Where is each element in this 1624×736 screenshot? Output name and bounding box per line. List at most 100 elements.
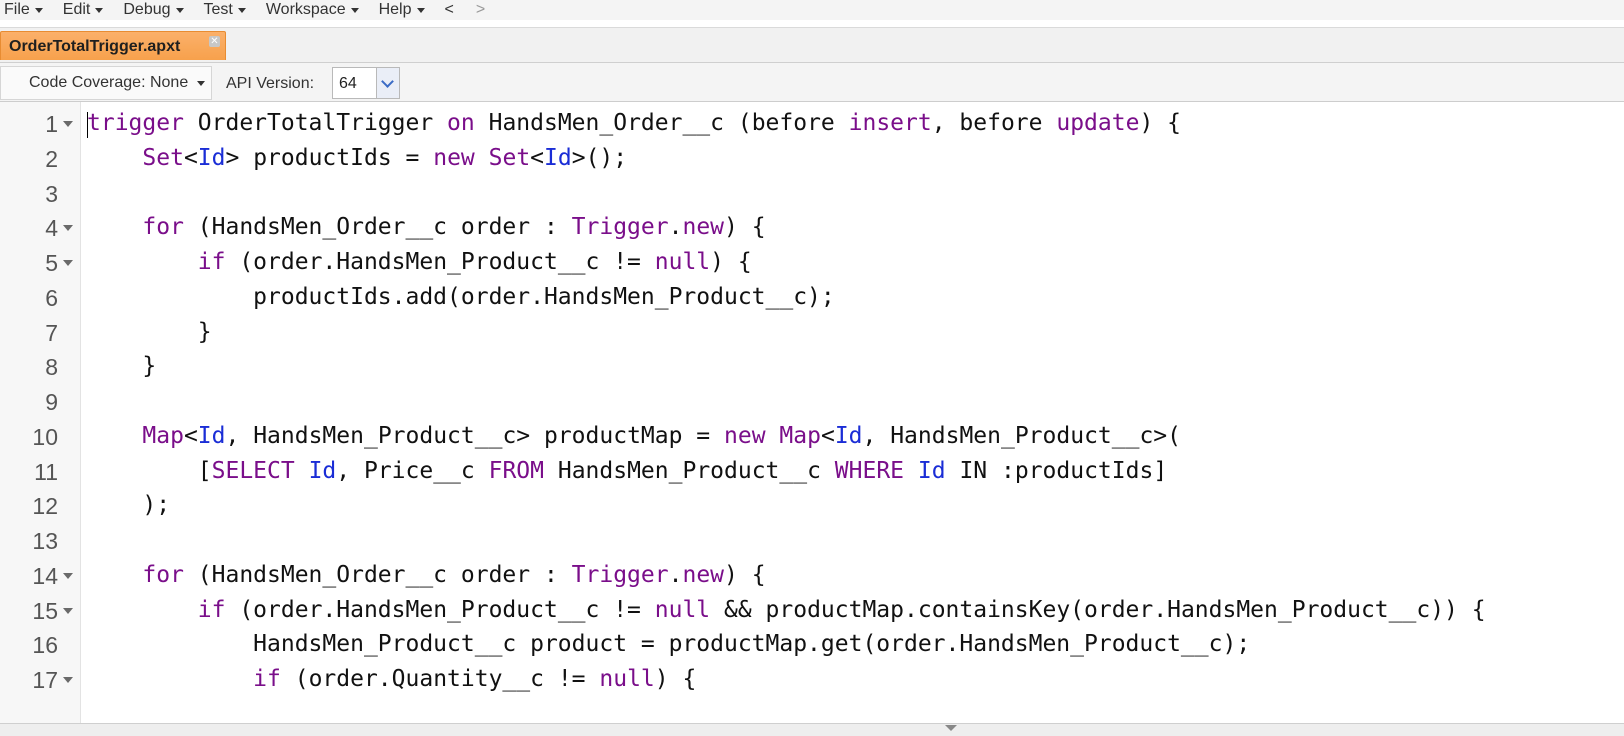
api-version-select[interactable]: 64 (332, 67, 400, 99)
back-button[interactable]: < (445, 1, 454, 19)
keyword-token: on (447, 110, 475, 136)
line-number: 9 (45, 389, 58, 415)
keyword-token: insert (848, 110, 932, 136)
code-line[interactable]: 6 productIds.add(order.HandsMen_Product_… (0, 279, 1624, 315)
keyword-token: Set (488, 144, 531, 171)
fold-toggle-icon[interactable] (63, 607, 73, 614)
menu-help-label: Help (378, 1, 412, 18)
code-line[interactable]: 8 } (0, 348, 1624, 384)
fold-toggle-icon[interactable] (63, 225, 73, 232)
close-icon[interactable]: ✕ (209, 36, 220, 47)
api-version-dropdown-button[interactable] (376, 68, 399, 98)
code-line[interactable]: 10 Map<Id, HandsMen_Product__c> productM… (0, 418, 1624, 454)
code-line[interactable]: 14 for (HandsMen_Order__c order : Trigge… (0, 557, 1624, 593)
menu-file[interactable]: File (4, 1, 43, 19)
code-line[interactable]: 11 [SELECT Id, Price__c FROM HandsMen_Pr… (0, 453, 1624, 489)
menu-bar: File Edit Debug Test Workspace Help < > (0, 0, 1624, 20)
chevron-down-icon (350, 7, 359, 13)
code-line[interactable]: 1 trigger OrderTotalTrigger on HandsMen_O… (0, 105, 1624, 141)
menu-debug-label: Debug (123, 1, 171, 18)
code-line[interactable]: 13 (0, 522, 1624, 558)
code-text: Set<Id> productIds = new Set<Id>(); (87, 145, 627, 171)
plain-token: (order.HandsMen_Product__c != (225, 596, 655, 623)
menu-edit[interactable]: Edit (63, 1, 104, 19)
plain-token: (order.HandsMen_Product__c != (225, 249, 655, 275)
chevron-down-icon (416, 7, 425, 13)
type-token: Id (197, 422, 226, 449)
text-cursor (87, 112, 88, 138)
code-line[interactable]: 12 ); (0, 487, 1624, 523)
keyword-token: if (197, 596, 226, 623)
menu-test[interactable]: Test (204, 1, 246, 19)
code-coverage-dropdown[interactable]: Code Coverage: None (0, 66, 212, 100)
api-version-value: 64 (339, 75, 357, 92)
line-number: 17 (32, 667, 58, 693)
keyword-token: Map (779, 422, 821, 449)
plain-token: < (820, 422, 835, 449)
code-text: if (order.HandsMen_Product__c != null &&… (87, 597, 1486, 623)
line-number: 4 (45, 215, 58, 242)
code-line[interactable]: 16 HandsMen_Product__c product = product… (0, 626, 1624, 662)
line-number: 7 (45, 319, 58, 346)
line-number: 3 (45, 180, 58, 207)
chevron-down-icon (197, 80, 206, 86)
code-line[interactable]: 15 if (order.HandsMen_Product__c != null… (0, 592, 1624, 628)
code-editor[interactable]: 1 trigger OrderTotalTrigger on HandsMen_O… (0, 102, 1624, 723)
keyword-token: for (142, 214, 184, 241)
keyword-token: Map (142, 422, 184, 449)
plain-token: . (668, 561, 683, 588)
plain-token: IN :productIds] (945, 457, 1168, 484)
type-token: Id (308, 457, 337, 484)
forward-button[interactable]: > (476, 1, 485, 19)
chevron-down-icon (237, 7, 246, 13)
menu-workspace[interactable]: Workspace (266, 1, 359, 19)
api-version-label: API Version: (226, 75, 315, 92)
plain-token: ) { (724, 214, 766, 241)
panel-resize-handle-icon[interactable] (945, 725, 957, 731)
keyword-token: new (682, 561, 725, 588)
menu-help[interactable]: Help (379, 1, 425, 19)
tab-order-total-trigger[interactable]: OrderTotalTrigger.apxt ✕ (0, 31, 226, 60)
line-number: 10 (32, 423, 58, 450)
keyword-token: Trigger (571, 561, 669, 588)
plain-token: && productMap.containsKey(order.HandsMen… (710, 596, 1486, 623)
fold-toggle-icon[interactable] (63, 260, 73, 266)
code-line[interactable]: 17 if (order.Quantity__c != null) { (0, 661, 1624, 697)
line-number: 15 (32, 597, 58, 624)
keyword-token: SELECT (211, 457, 295, 484)
code-text: } (87, 353, 156, 379)
keyword-token: if (197, 249, 226, 275)
type-token: Id (544, 144, 572, 171)
plain-token: , before (931, 110, 1057, 136)
fold-toggle-icon[interactable] (63, 572, 73, 579)
plain-token: } (87, 353, 157, 380)
plain-token: ); (87, 492, 171, 519)
plain-token: } (87, 318, 212, 345)
line-number: 11 (34, 458, 58, 485)
chevron-down-icon (95, 7, 104, 13)
plain-token: , HandsMen_Product__c> productMap = (225, 422, 724, 449)
fold-toggle-icon[interactable] (63, 677, 73, 683)
menu-debug[interactable]: Debug (123, 1, 184, 19)
menu-workspace-label: Workspace (265, 1, 346, 18)
fold-toggle-icon[interactable] (63, 121, 73, 127)
code-line[interactable]: 4 for (HandsMen_Order__c order : Trigger… (0, 209, 1624, 245)
code-text: if (order.HandsMen_Product__c != null) { (87, 249, 752, 275)
keyword-token: null (599, 666, 655, 692)
code-line[interactable]: 3 (0, 175, 1624, 211)
plain-token: ) { (724, 561, 766, 588)
type-token: Id (834, 422, 863, 449)
code-line[interactable]: 7 } (0, 314, 1624, 350)
code-line[interactable]: 9 (0, 383, 1624, 419)
plain-token: . (668, 214, 683, 241)
code-line[interactable]: 2 Set<Id> productIds = new Set<Id>(); (0, 140, 1624, 176)
line-number: 14 (32, 562, 58, 589)
code-line[interactable]: 5 if (order.HandsMen_Product__c != null)… (0, 244, 1624, 280)
plain-token: < (530, 144, 545, 171)
plain-token: (HandsMen_Order__c order : (183, 214, 572, 241)
line-number: 16 (32, 632, 58, 659)
plain-token: ) { (654, 666, 697, 692)
